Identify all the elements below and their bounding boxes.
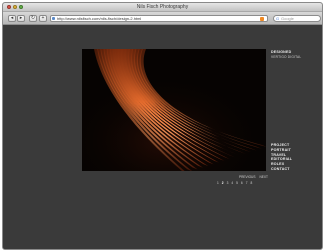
page-number-link[interactable]: 8 <box>250 181 252 185</box>
page-number-link[interactable]: 5 <box>236 181 238 185</box>
zoom-window-button[interactable] <box>19 5 23 9</box>
page-number-link[interactable]: 3 <box>227 181 229 185</box>
page-number-link[interactable]: 6 <box>241 181 243 185</box>
page-number-link[interactable]: 1 <box>217 181 219 185</box>
reload-button[interactable]: ↻ <box>29 15 37 22</box>
image-pager: PREVIOUS NEXT 12345678 <box>217 175 268 185</box>
main-photo[interactable] <box>82 49 266 171</box>
browser-toolbar: ◂ ▸ ↻ + http://www.nilsfisch.com/nils-fi… <box>3 12 322 25</box>
address-bar[interactable]: http://www.nilsfisch.com/nils-fisch/desi… <box>50 15 268 22</box>
add-bookmark-button[interactable]: + <box>39 15 47 22</box>
search-placeholder: Google <box>281 16 294 21</box>
search-engine-icon: G <box>276 16 280 21</box>
next-link[interactable]: NEXT <box>259 175 268 179</box>
brand-title: DESIGNED <box>271 50 292 54</box>
nav-item-contact[interactable]: CONTACT <box>271 167 292 172</box>
page-number-list: 12345678 <box>217 181 268 185</box>
nav-item-portrait[interactable]: PORTRAIT <box>271 148 292 153</box>
orange-sculpture-image <box>82 49 266 171</box>
back-button[interactable]: ◂ <box>8 15 16 22</box>
back-arrow-icon: ◂ <box>10 15 14 21</box>
rss-icon[interactable] <box>260 17 264 21</box>
window-controls <box>7 5 23 9</box>
plus-icon: + <box>41 15 45 21</box>
minimize-window-button[interactable] <box>13 5 17 9</box>
brand-subtitle: VERTIGO DIGITAL <box>271 55 302 59</box>
window-titlebar: Nils Fisch Photography <box>3 3 322 12</box>
brand-block: DESIGNED VERTIGO DIGITAL <box>271 50 301 59</box>
search-field[interactable]: G Google <box>273 15 321 22</box>
reload-icon: ↻ <box>30 15 36 21</box>
address-text: http://www.nilsfisch.com/nils-fisch/desi… <box>57 16 142 21</box>
previous-link[interactable]: PREVIOUS <box>239 175 255 179</box>
favicon-icon <box>52 17 55 20</box>
site-nav: PROJECT PORTRAIT TRAVEL EDITORIAL ROLEX … <box>271 143 292 172</box>
page-number-link[interactable]: 4 <box>231 181 233 185</box>
page-number-link[interactable]: 7 <box>246 181 248 185</box>
close-window-button[interactable] <box>7 5 11 9</box>
window-title: Nils Fisch Photography <box>136 4 189 10</box>
page-number-link[interactable]: 2 <box>222 181 224 185</box>
forward-arrow-icon: ▸ <box>19 15 23 21</box>
forward-button[interactable]: ▸ <box>17 15 25 22</box>
browser-window: Nils Fisch Photography ◂ ▸ ↻ + http://ww… <box>2 2 323 250</box>
